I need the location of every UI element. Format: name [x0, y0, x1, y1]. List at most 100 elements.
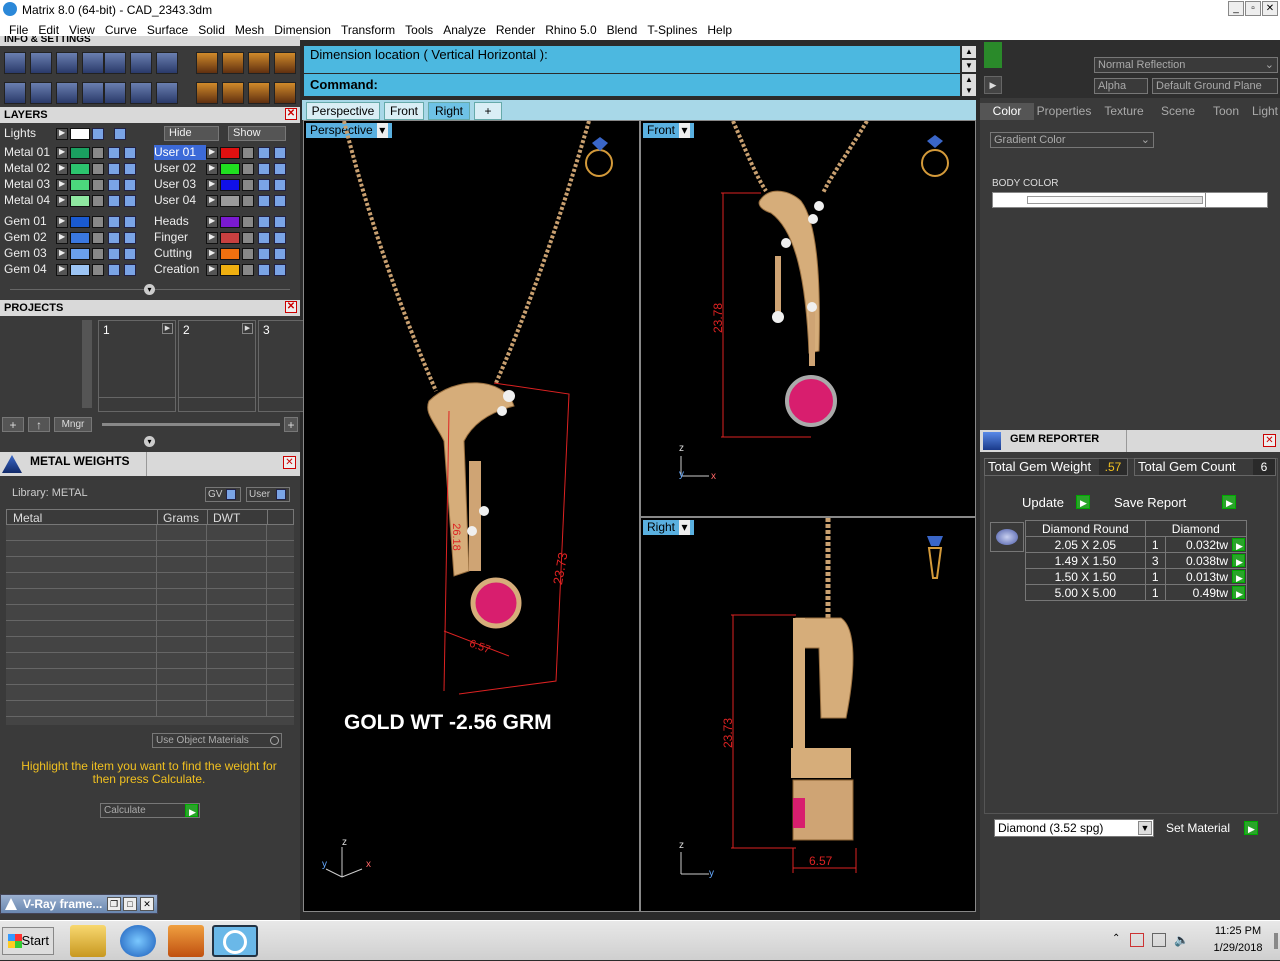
layer-color-swatch[interactable] [220, 179, 240, 191]
manager-button[interactable]: Mngr [54, 417, 92, 432]
collapse-icon[interactable]: ▾ [144, 436, 155, 447]
arrow-icon[interactable] [206, 163, 218, 175]
layer-row-creation[interactable]: Creation [154, 262, 294, 277]
select-toggle[interactable] [124, 216, 136, 228]
media-player-icon[interactable] [168, 925, 204, 957]
visibility-toggle[interactable] [258, 147, 270, 159]
gem-shape-header[interactable]: Diamond Round [1025, 520, 1146, 537]
layer-row-cutting[interactable]: Cutting [154, 246, 294, 261]
command-line[interactable]: Command: [304, 74, 960, 96]
menu-item-curve[interactable]: Curve [100, 23, 142, 37]
right-viewport[interactable]: Right 23.73 6.57 z y [640, 517, 976, 912]
close-icon[interactable]: ✕ [285, 108, 297, 120]
close-button[interactable]: ✕ [140, 897, 154, 911]
table-row[interactable] [6, 653, 294, 669]
lock-icon[interactable] [242, 179, 254, 191]
lock-icon[interactable] [92, 232, 104, 244]
layer-color-swatch[interactable] [70, 163, 90, 175]
set-material-button[interactable]: Set Material [1166, 820, 1262, 837]
layer-row-metal-3[interactable]: Metal 03 [4, 177, 144, 192]
lock-icon[interactable] [92, 163, 104, 175]
layer-row-user-3[interactable]: User 03 [154, 177, 294, 192]
arrow-icon[interactable] [206, 264, 218, 276]
play-icon[interactable] [1232, 538, 1245, 553]
select-toggle[interactable] [274, 163, 286, 175]
select-toggle[interactable] [124, 264, 136, 276]
minimize-button[interactable]: _ [1228, 1, 1244, 16]
menu-item-view[interactable]: View [64, 23, 100, 37]
select-toggle[interactable] [274, 248, 286, 260]
arrow-icon[interactable] [56, 179, 68, 191]
tab-texture[interactable]: Texture [1096, 103, 1152, 120]
close-button[interactable]: ✕ [1262, 1, 1278, 16]
layer-color-swatch[interactable] [70, 147, 90, 159]
select-toggle[interactable] [124, 163, 136, 175]
vray-frame-taskbar[interactable]: V-Ray frame... ❐ □ ✕ [0, 894, 158, 914]
save-report-button[interactable]: Save Report [1114, 494, 1236, 511]
layers-icon[interactable] [56, 52, 78, 74]
filter-icon[interactable] [130, 82, 152, 104]
arrow-icon[interactable] [206, 195, 218, 207]
table-row[interactable] [6, 605, 294, 621]
tab-perspective[interactable]: Perspective [306, 102, 380, 120]
up-button[interactable]: ↑ [28, 417, 50, 432]
menu-item-blend[interactable]: Blend [602, 23, 643, 37]
menu-item-dimension[interactable]: Dimension [269, 23, 336, 37]
tab-right[interactable]: Right [428, 102, 470, 120]
grams-column-header[interactable]: Grams [163, 511, 199, 525]
select-toggle[interactable] [274, 195, 286, 207]
render-ring-icon[interactable] [196, 52, 218, 74]
layer-color-swatch[interactable] [220, 216, 240, 228]
play-icon[interactable] [1232, 586, 1245, 601]
close-icon[interactable]: ✕ [283, 456, 296, 469]
table-row[interactable] [6, 637, 294, 653]
reflection-select[interactable]: Normal Reflection ⌄ [1094, 57, 1278, 73]
arrow-icon[interactable] [56, 128, 68, 140]
layer-row-gem-4[interactable]: Gem 04 [4, 262, 144, 277]
layer-color-swatch[interactable] [220, 248, 240, 260]
layer-row-metal-4[interactable]: Metal 04 [4, 193, 144, 208]
arrow-icon[interactable] [56, 248, 68, 260]
add-tab-button[interactable]: + [474, 102, 502, 120]
table-row[interactable] [6, 589, 294, 605]
visibility-toggle[interactable] [108, 163, 120, 175]
gem-material-header[interactable]: Diamond [1144, 520, 1248, 537]
snap-b-icon[interactable] [248, 52, 270, 74]
select-toggle[interactable] [124, 147, 136, 159]
table-row[interactable] [6, 525, 294, 541]
metal-column-header[interactable]: Metal [13, 511, 42, 525]
tab-scene[interactable]: Scene [1154, 103, 1202, 120]
menu-item-tools[interactable]: Tools [400, 23, 438, 37]
arrow-icon[interactable] [206, 179, 218, 191]
play-icon[interactable] [1232, 554, 1245, 569]
play-icon[interactable]: ▶ [984, 76, 1002, 94]
lock-icon[interactable] [242, 232, 254, 244]
show-button[interactable]: Show [228, 126, 286, 141]
select-toggle[interactable] [124, 179, 136, 191]
lock-icon[interactable] [242, 147, 254, 159]
table-row[interactable] [6, 557, 294, 573]
snap-a-icon[interactable] [222, 52, 244, 74]
gem-table-row[interactable]: 1.49 X 1.50 3 0.038tw [1025, 552, 1248, 569]
menu-item-t-splines[interactable]: T-Splines [642, 23, 702, 37]
arrow-icon[interactable] [206, 216, 218, 228]
volume-icon[interactable]: 🔈 [1174, 933, 1189, 947]
play-icon[interactable] [1232, 570, 1245, 585]
show-desktop-button[interactable] [1274, 933, 1278, 949]
arrow-icon[interactable] [206, 232, 218, 244]
view-icon[interactable] [82, 52, 104, 74]
layer-color-swatch[interactable] [220, 195, 240, 207]
arrow-icon[interactable] [206, 147, 218, 159]
visibility-toggle[interactable] [258, 179, 270, 191]
close-icon[interactable]: ✕ [285, 301, 297, 313]
visibility-toggle[interactable] [258, 216, 270, 228]
alpha-toggle[interactable]: Alpha [1094, 78, 1148, 94]
visibility-toggle[interactable] [258, 264, 270, 276]
layer-color-swatch[interactable] [220, 264, 240, 276]
select-toggle[interactable] [124, 232, 136, 244]
layer-row-metal-2[interactable]: Metal 02 [4, 161, 144, 176]
projects-scrollbar[interactable] [82, 320, 92, 408]
arrow-icon[interactable] [56, 264, 68, 276]
select-toggle[interactable] [274, 232, 286, 244]
lights-toggle-2[interactable] [114, 128, 126, 140]
